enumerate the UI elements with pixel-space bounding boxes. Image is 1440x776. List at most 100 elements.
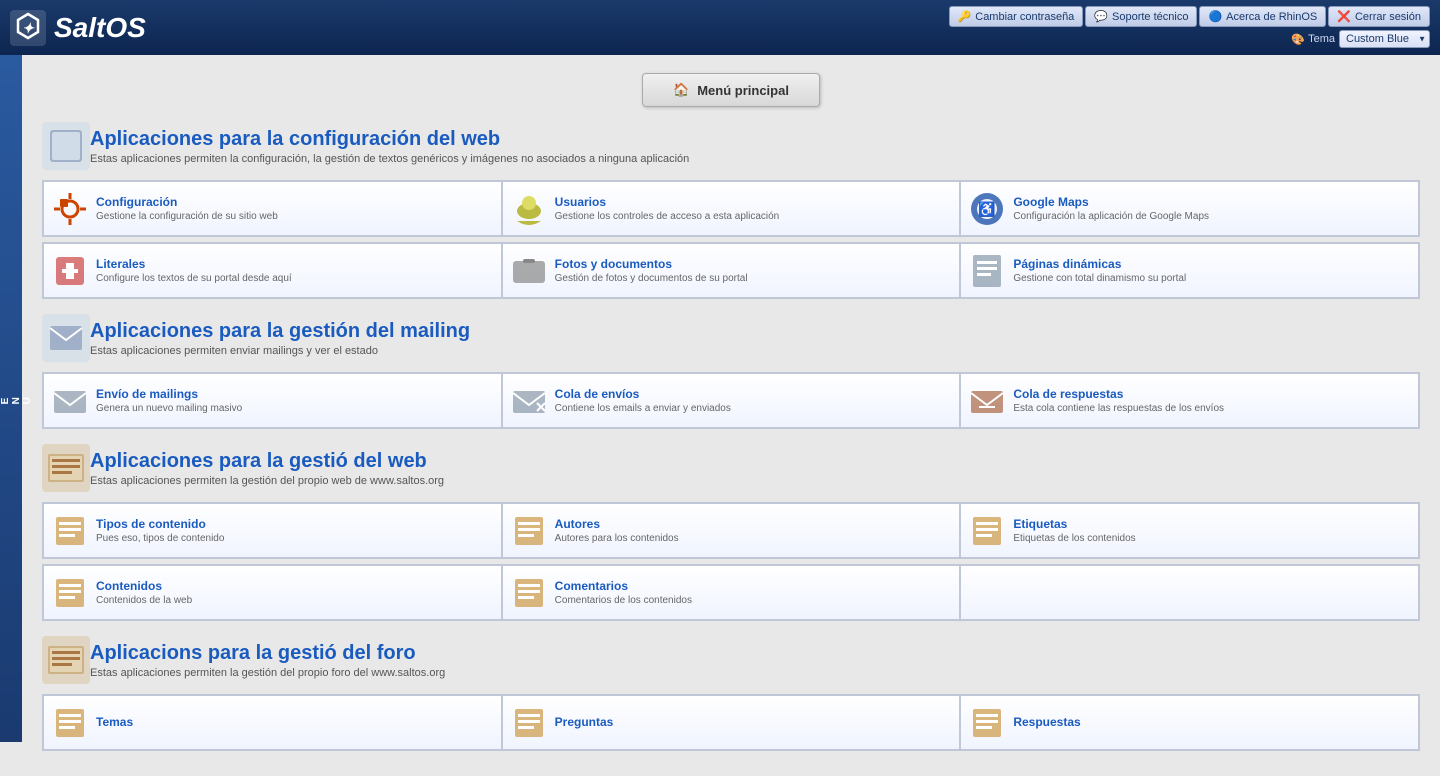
paginas-name: Páginas dinámicas	[1013, 257, 1186, 271]
respuestas-text: Respuestas	[1013, 715, 1080, 731]
configuracion-name: Configuración	[96, 195, 278, 209]
temas-name: Temas	[96, 715, 133, 729]
web-mgmt-grid-row2: Contenidos Contenidos de la web Comentar…	[42, 564, 1420, 621]
logo-icon: ✦	[10, 10, 46, 46]
header-actions: 🔑 Cambiar contraseña 💬 Soporte técnico 🔵…	[949, 0, 1430, 52]
logout-button[interactable]: ❌ Cerrar sesión	[1328, 6, 1430, 27]
section-forum-text: Aplicacions para la gestió del foro Esta…	[90, 642, 445, 679]
theme-icon: 🎨	[1291, 33, 1305, 46]
comentarios-text: Comentarios Comentarios de los contenido…	[555, 579, 692, 606]
main-content: 🏠 Menú principal Aplicaciones para la co…	[22, 55, 1440, 776]
svg-text:✦: ✦	[22, 20, 35, 36]
header-buttons: 🔑 Cambiar contraseña 💬 Soporte técnico 🔵…	[949, 6, 1430, 27]
autores-text: Autores Autores para los contenidos	[555, 517, 679, 544]
respuestas-name: Respuestas	[1013, 715, 1080, 729]
literales-desc: Configure los textos de su portal desde …	[96, 273, 292, 284]
logo-text: SaltOS	[54, 12, 146, 44]
usuarios-text: Usuarios Gestione los controles de acces…	[555, 195, 780, 222]
section-web-mgmt-icon	[42, 444, 90, 492]
section-config-web-title: Aplicaciones para la configuración del w…	[90, 128, 689, 151]
cola-envios-desc: Contiene los emails a enviar y enviados	[555, 403, 731, 414]
change-password-icon: 🔑	[958, 10, 972, 23]
sidebar-label: MENU	[0, 393, 33, 404]
config-web-grid-row2: Literales Configure los textos de su por…	[42, 242, 1420, 299]
configuracion-text: Configuración Gestione la configuración …	[96, 195, 278, 222]
home-icon: 🏠	[673, 82, 689, 98]
change-password-button[interactable]: 🔑 Cambiar contraseña	[949, 6, 1084, 27]
googlemaps-name: Google Maps	[1013, 195, 1209, 209]
section-web-mgmt-desc: Estas aplicaciones permiten la gestión d…	[90, 475, 444, 487]
support-icon: 💬	[1094, 10, 1108, 23]
section-forum-title: Aplicacions para la gestió del foro	[90, 642, 445, 665]
header: ✦ SaltOS 🔑 Cambiar contraseña 💬 Soporte …	[0, 0, 1440, 55]
envio-mailings-app[interactable]: Envío de mailings Genera un nuevo mailin…	[43, 373, 502, 428]
section-mailing-icon	[42, 314, 90, 362]
tipos-contenido-icon	[52, 513, 88, 549]
usuarios-name: Usuarios	[555, 195, 780, 209]
cola-envios-icon	[511, 383, 547, 419]
mailing-grid: Envío de mailings Genera un nuevo mailin…	[42, 372, 1420, 429]
fotos-name: Fotos y documentos	[555, 257, 748, 271]
googlemaps-desc: Configuración la aplicación de Google Ma…	[1013, 211, 1209, 222]
section-web-mgmt-title: Aplicaciones para la gestió del web	[90, 450, 444, 473]
envio-mailings-name: Envío de mailings	[96, 387, 242, 401]
googlemaps-app[interactable]: ♿ Google Maps Configuración la aplicació…	[960, 181, 1419, 236]
section-forum-icon	[42, 636, 90, 684]
cola-respuestas-desc: Esta cola contiene las respuestas de los…	[1013, 403, 1224, 414]
etiquetas-app[interactable]: Etiquetas Etiquetas de los contenidos	[960, 503, 1419, 558]
about-label: Acerca de RhinOS	[1226, 11, 1317, 23]
contenidos-app[interactable]: Contenidos Contenidos de la web	[43, 565, 502, 620]
paginas-desc: Gestione con total dinamismo su portal	[1013, 273, 1186, 284]
googlemaps-text: Google Maps Configuración la aplicación …	[1013, 195, 1209, 222]
fotos-desc: Gestión de fotos y documentos de su port…	[555, 273, 748, 284]
usuarios-app[interactable]: Usuarios Gestione los controles de acces…	[502, 181, 961, 236]
literales-icon	[52, 253, 88, 289]
theme-row: 🎨 Tema Custom Blue	[1291, 30, 1430, 48]
literales-name: Literales	[96, 257, 292, 271]
fotos-app[interactable]: Fotos y documentos Gestión de fotos y do…	[502, 243, 961, 298]
theme-label: 🎨 Tema	[1291, 33, 1335, 46]
temas-icon	[52, 705, 88, 741]
cola-envios-app[interactable]: Cola de envíos Contiene los emails a env…	[502, 373, 961, 428]
cola-respuestas-app[interactable]: Cola de respuestas Esta cola contiene la…	[960, 373, 1419, 428]
configuracion-icon	[52, 191, 88, 227]
etiquetas-icon	[969, 513, 1005, 549]
logout-label: Cerrar sesión	[1355, 11, 1421, 23]
comentarios-app[interactable]: Comentarios Comentarios de los contenido…	[502, 565, 961, 620]
paginas-app[interactable]: Páginas dinámicas Gestione con total din…	[960, 243, 1419, 298]
respuestas-icon	[969, 705, 1005, 741]
menu-principal-button[interactable]: 🏠 Menú principal	[642, 73, 820, 107]
contenidos-desc: Contenidos de la web	[96, 595, 192, 606]
cola-respuestas-name: Cola de respuestas	[1013, 387, 1224, 401]
contenidos-name: Contenidos	[96, 579, 192, 593]
configuracion-app[interactable]: Configuración Gestione la configuración …	[43, 181, 502, 236]
envio-mailings-text: Envío de mailings Genera un nuevo mailin…	[96, 387, 242, 414]
preguntas-text: Preguntas	[555, 715, 614, 731]
section-mailing-header: Aplicaciones para la gestión del mailing…	[42, 314, 1420, 362]
cola-envios-name: Cola de envíos	[555, 387, 731, 401]
literales-text: Literales Configure los textos de su por…	[96, 257, 292, 284]
section-config-web-icon	[42, 122, 90, 170]
autores-icon	[511, 513, 547, 549]
section-forum-header: Aplicacions para la gestió del foro Esta…	[42, 636, 1420, 684]
autores-app[interactable]: Autores Autores para los contenidos	[502, 503, 961, 558]
configuracion-desc: Gestione la configuración de su sitio we…	[96, 211, 278, 222]
theme-select-wrapper: Custom Blue	[1339, 30, 1430, 48]
tipos-contenido-app[interactable]: Tipos de contenido Pues eso, tipos de co…	[43, 503, 502, 558]
tipos-contenido-name: Tipos de contenido	[96, 517, 224, 531]
preguntas-icon	[511, 705, 547, 741]
etiquetas-text: Etiquetas Etiquetas de los contenidos	[1013, 517, 1135, 544]
cola-respuestas-icon	[969, 383, 1005, 419]
fotos-icon	[511, 253, 547, 289]
section-config-web-desc: Estas aplicaciones permiten la configura…	[90, 153, 689, 165]
about-button[interactable]: 🔵 Acerca de RhinOS	[1199, 6, 1326, 27]
support-button[interactable]: 💬 Soporte técnico	[1085, 6, 1197, 27]
theme-select[interactable]: Custom Blue	[1339, 30, 1430, 48]
menu-principal-label: Menú principal	[697, 83, 789, 98]
section-web-mgmt-header: Aplicaciones para la gestió del web Esta…	[42, 444, 1420, 492]
preguntas-name: Preguntas	[555, 715, 614, 729]
empty-cell	[960, 565, 1419, 620]
comentarios-name: Comentarios	[555, 579, 692, 593]
contenidos-text: Contenidos Contenidos de la web	[96, 579, 192, 606]
literales-app[interactable]: Literales Configure los textos de su por…	[43, 243, 502, 298]
